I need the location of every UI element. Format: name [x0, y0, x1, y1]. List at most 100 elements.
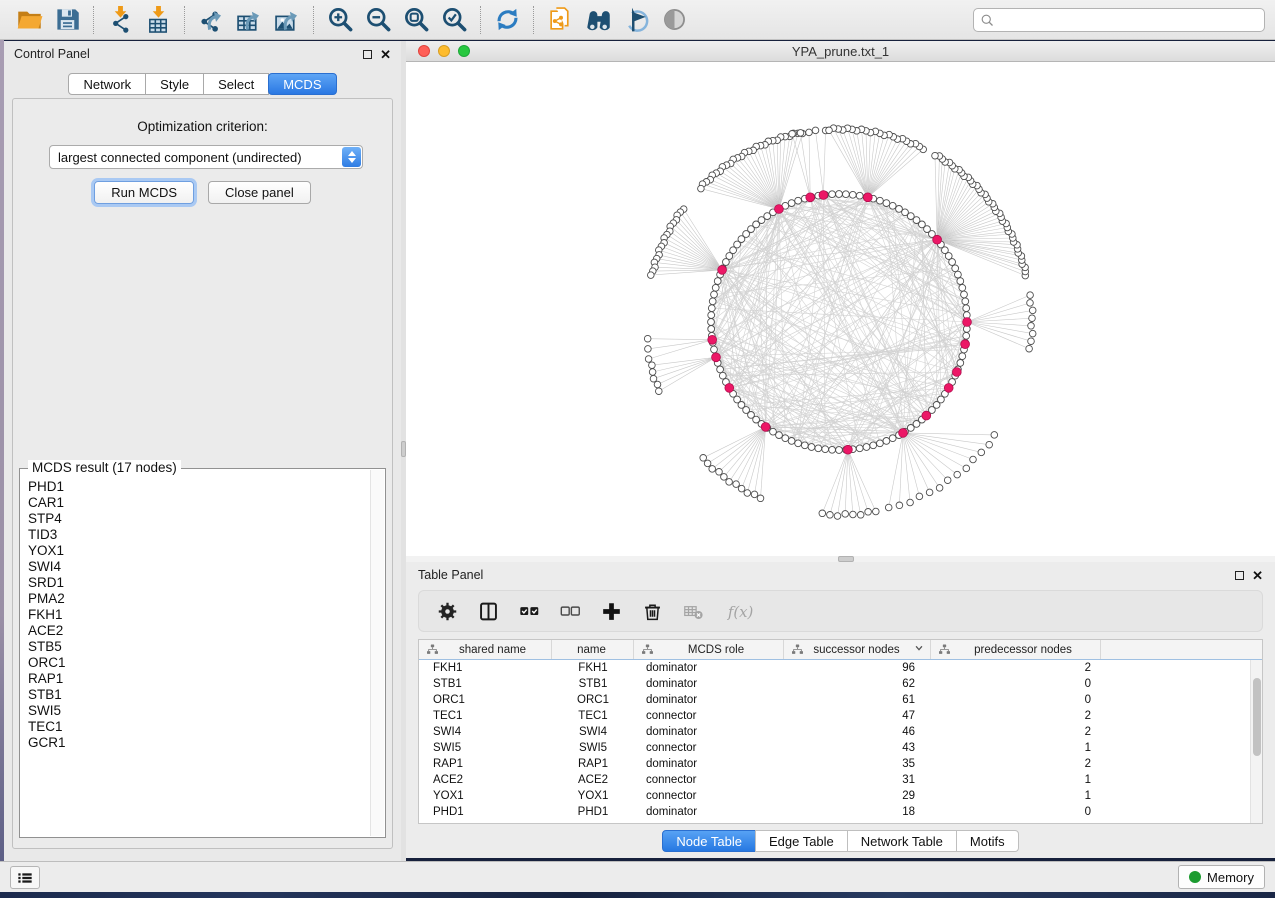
network-view-window: YPA_prune.txt_1	[406, 41, 1275, 556]
export-table-button[interactable]	[230, 4, 268, 36]
add-row-icon[interactable]	[601, 601, 622, 622]
export-image-button[interactable]	[268, 4, 306, 36]
first-neighbors-button[interactable]	[579, 4, 617, 36]
export-network-button[interactable]	[192, 4, 230, 36]
cell: connector	[634, 790, 784, 802]
mcds-result-item[interactable]: STB5	[28, 639, 369, 655]
show-panels-list-button[interactable]	[10, 866, 40, 889]
table-row[interactable]: ACE2ACE2connector311	[419, 772, 1250, 788]
save-session-button[interactable]	[48, 4, 86, 36]
table-row[interactable]: TEC1TEC1connector472	[419, 708, 1250, 724]
table-panel-tabs: Node Table Edge Table Network Table Moti…	[406, 830, 1275, 852]
column-header-shared-name[interactable]: shared name	[419, 640, 552, 659]
refresh-button[interactable]	[488, 4, 526, 36]
tab-network-table[interactable]: Network Table	[847, 830, 957, 852]
table-scrollbar[interactable]	[1250, 660, 1262, 823]
settings-gear-icon[interactable]	[437, 601, 458, 622]
optimization-criterion-label: Optimization criterion:	[13, 119, 392, 134]
column-label: predecessor nodes	[956, 644, 1100, 656]
cell: ACE2	[419, 774, 552, 786]
mcds-result-item[interactable]: SWI4	[28, 559, 369, 575]
column-header-predecessor-nodes[interactable]: predecessor nodes	[931, 640, 1101, 659]
column-header-successor-nodes[interactable]: successor nodes	[784, 640, 931, 659]
table-row[interactable]: RAP1RAP1dominator352	[419, 756, 1250, 772]
toolbar-separator	[533, 6, 534, 34]
cell: 0	[931, 806, 1101, 818]
float-table-panel-icon[interactable]	[1235, 571, 1244, 580]
mcds-result-item[interactable]: STB1	[28, 687, 369, 703]
mcds-result-item[interactable]: GCR1	[28, 735, 369, 751]
mcds-result-item[interactable]: RAP1	[28, 671, 369, 687]
desktop-background	[0, 892, 1275, 898]
cell: 1	[931, 774, 1101, 786]
mcds-result-item[interactable]: STP4	[28, 511, 369, 527]
mcds-result-item[interactable]: SRD1	[28, 575, 369, 591]
search-box[interactable]	[973, 8, 1265, 32]
table-row[interactable]: FKH1FKH1dominator962	[419, 660, 1250, 676]
show-columns-icon[interactable]	[478, 601, 499, 622]
zoom-fit-icon	[403, 6, 430, 33]
zoom-selected-button[interactable]	[435, 4, 473, 36]
mcds-result-item[interactable]: ACE2	[28, 623, 369, 639]
mcds-result-item[interactable]: TEC1	[28, 719, 369, 735]
mcds-result-title: MCDS result (17 nodes)	[28, 460, 181, 475]
criterion-dropdown[interactable]: largest connected component (undirected)	[49, 145, 363, 169]
svg-text:f(x): f(x)	[727, 602, 754, 620]
run-mcds-button[interactable]: Run MCDS	[94, 181, 194, 204]
zoom-out-button[interactable]	[359, 4, 397, 36]
cell: FKH1	[419, 662, 552, 674]
new-network-from-selection-button[interactable]	[541, 4, 579, 36]
select-all-columns-icon[interactable]	[519, 601, 540, 622]
deselect-all-columns-icon[interactable]	[560, 601, 581, 622]
show-graphics-details-icon	[661, 6, 688, 33]
tab-select[interactable]: Select	[203, 73, 269, 95]
open-file-button[interactable]	[10, 4, 48, 36]
tab-node-table[interactable]: Node Table	[662, 830, 756, 852]
mcds-result-item[interactable]: YOX1	[28, 543, 369, 559]
import-network-button[interactable]	[101, 4, 139, 36]
tab-style[interactable]: Style	[145, 73, 204, 95]
tab-edge-table[interactable]: Edge Table	[755, 830, 848, 852]
table-scrollbar-thumb[interactable]	[1253, 678, 1261, 756]
network-canvas[interactable]	[406, 62, 1275, 556]
control-panel-title: Control Panel	[14, 47, 90, 61]
zoom-in-button[interactable]	[321, 4, 359, 36]
table-row[interactable]: ORC1ORC1dominator610	[419, 692, 1250, 708]
close-table-panel-icon[interactable]: ✕	[1252, 569, 1263, 582]
import-table-button[interactable]	[139, 4, 177, 36]
vizmapper-button[interactable]	[617, 4, 655, 36]
mcds-result-item[interactable]: PHD1	[28, 479, 369, 495]
mcds-result-item[interactable]: ORC1	[28, 655, 369, 671]
delete-rows-icon[interactable]	[642, 601, 663, 622]
mcds-result-item[interactable]: CAR1	[28, 495, 369, 511]
column-header-filler	[1101, 640, 1262, 659]
mcds-result-item[interactable]: TID3	[28, 527, 369, 543]
cell: 18	[784, 806, 931, 818]
table-row[interactable]: YOX1YOX1connector291	[419, 788, 1250, 804]
table-header-row: shared namenameMCDS rolesuccessor nodes p…	[419, 640, 1262, 660]
table-row[interactable]: STB1STB1dominator620	[419, 676, 1250, 692]
tab-mcds[interactable]: MCDS	[268, 73, 336, 95]
mcds-result-item[interactable]: SWI5	[28, 703, 369, 719]
column-header-MCDS-role[interactable]: MCDS role	[634, 640, 784, 659]
table-row[interactable]: SWI4SWI4dominator462	[419, 724, 1250, 740]
table-panel-header: Table Panel ✕	[406, 562, 1275, 588]
column-header-name[interactable]: name	[552, 640, 634, 659]
function-builder-icon: f(x)	[724, 601, 758, 622]
float-panel-icon[interactable]	[363, 50, 372, 59]
close-panel-icon[interactable]: ✕	[380, 48, 391, 61]
tab-network[interactable]: Network	[68, 73, 146, 95]
result-list-scrollbar[interactable]	[370, 470, 384, 836]
zoom-fit-button[interactable]	[397, 4, 435, 36]
table-row[interactable]: SWI5SWI5connector431	[419, 740, 1250, 756]
show-graphics-details-button[interactable]	[655, 4, 693, 36]
mcds-result-list[interactable]: PHD1CAR1STP4TID3YOX1SWI4SRD1PMA2FKH1ACE2…	[28, 479, 369, 833]
close-panel-button[interactable]: Close panel	[208, 181, 311, 204]
memory-button[interactable]: Memory	[1178, 865, 1265, 889]
mcds-result-item[interactable]: PMA2	[28, 591, 369, 607]
search-input[interactable]	[995, 13, 1258, 27]
mcds-result-item[interactable]: FKH1	[28, 607, 369, 623]
tab-motifs[interactable]: Motifs	[956, 830, 1019, 852]
network-window-titlebar[interactable]: YPA_prune.txt_1	[406, 41, 1275, 62]
table-row[interactable]: PHD1PHD1dominator180	[419, 804, 1250, 820]
